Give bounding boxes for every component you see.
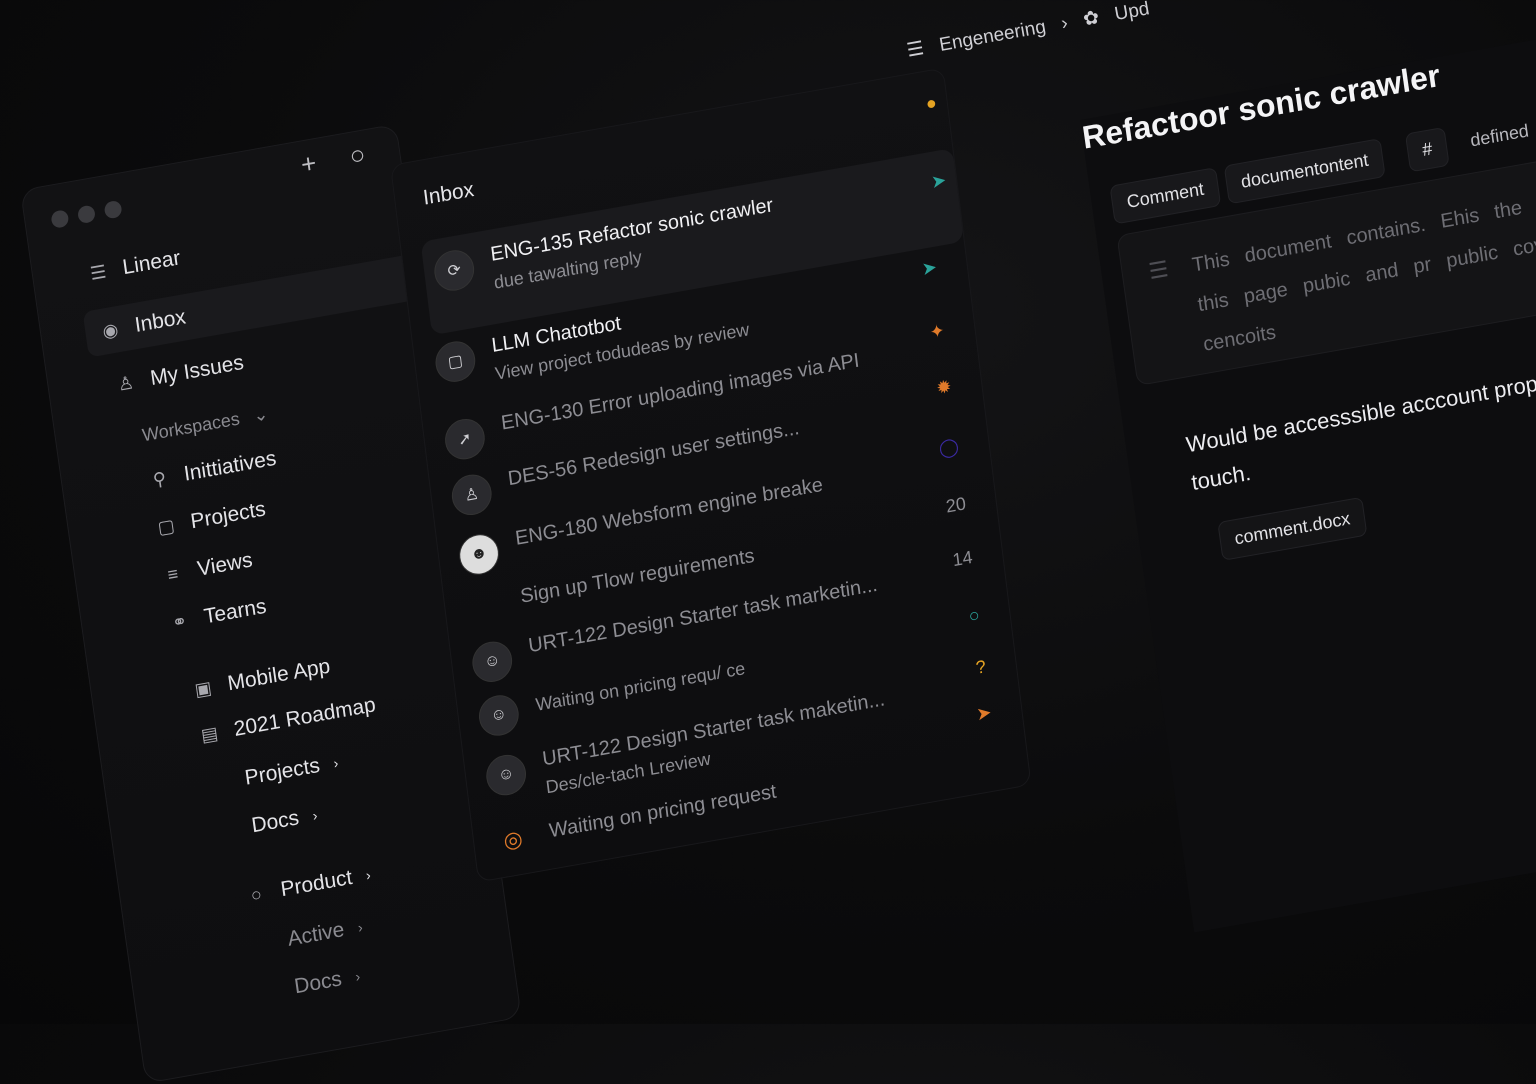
sidebar-item-my-issues[interactable]: ♙ My Issues	[113, 351, 246, 397]
reply-icon: ➤	[920, 256, 938, 280]
teams-icon: ⚭	[170, 610, 189, 633]
plus-icon[interactable]: +	[299, 147, 318, 180]
minimize-dot[interactable]	[76, 204, 97, 225]
workspaces-header[interactable]: Workspaces ⌄	[141, 403, 270, 446]
inbox-panel: Inbox ● ⟳ ENG-135 Refactor sonic crawler…	[390, 67, 1032, 883]
document-lines-icon: ☰	[1147, 256, 1170, 285]
count-badge: 14	[951, 546, 974, 571]
avatar: ☺	[476, 692, 521, 739]
linear-logo-icon: ☰	[88, 260, 108, 284]
app-window: ☰ Engeneering › ✿ Upd + ○ ☰ Linear ◉ Inb…	[0, 0, 1536, 1084]
tag-defined[interactable]: defined	[1454, 110, 1536, 162]
issue-title: Refactoor sonic crawler	[1080, 57, 1443, 156]
breadcrumb-section[interactable]: Engeneering	[938, 16, 1048, 56]
chevron-right-icon: ›	[311, 806, 319, 824]
count-badge: 20	[944, 493, 967, 517]
close-dot[interactable]	[50, 209, 70, 229]
comment-chip[interactable]: Comment	[1109, 167, 1222, 225]
chevron-right-icon: ›	[364, 866, 372, 884]
roadmap-icon: ▤	[199, 722, 220, 746]
flag-icon: ➤	[975, 701, 993, 725]
cursor-icon: ➚	[442, 415, 488, 463]
sidebar-item-views[interactable]: ≡ Views	[160, 548, 254, 588]
chevron-down-icon: ⌄	[251, 403, 270, 426]
reply-icon: ➤	[930, 169, 948, 193]
chevron-right-icon: ›	[1059, 12, 1070, 34]
status-ring-icon: ◎	[502, 825, 525, 854]
breadcrumb: ☰ Engeneering › ✿ Upd	[905, 0, 1151, 63]
status-dot-icon: ○	[967, 604, 981, 627]
menu-icon[interactable]: ☰	[905, 37, 926, 63]
sidebar-item-docs[interactable]: Docs ›	[250, 803, 319, 838]
attachment-chip[interactable]: comment.docx	[1217, 496, 1368, 561]
status-ring-icon: ◯	[937, 435, 960, 459]
chevron-right-icon: ›	[354, 967, 362, 985]
sidebar-item-2021-roadmap[interactable]: ▤ 2021 Roadmap	[197, 693, 377, 748]
maximize-dot[interactable]	[103, 199, 123, 220]
sidebar-item-initiatives[interactable]: ⚲ Inittiatives	[147, 447, 278, 493]
sidebar-item-teams[interactable]: ⚭ Tearns	[167, 595, 268, 636]
views-icon: ≡	[166, 562, 180, 585]
initiatives-icon: ⚲	[151, 467, 168, 490]
avatar: ☻	[456, 531, 502, 578]
sidebar-item-mobile-app[interactable]: ▣ Mobile App	[191, 655, 332, 703]
search-icon[interactable]: ○	[348, 139, 368, 172]
chevron-right-icon: ›	[356, 918, 364, 936]
avatar: ☺	[470, 638, 515, 686]
tag-icon[interactable]: #	[1404, 126, 1450, 173]
avatar: ♙	[449, 471, 494, 519]
chevron-right-icon: ›	[332, 754, 340, 772]
sidebar-item-active[interactable]: Active ›	[286, 915, 364, 952]
document-icon: ▢	[433, 338, 478, 385]
sync-icon: ⟳	[432, 247, 477, 294]
window-controls	[50, 199, 123, 229]
app-title[interactable]: ☰ Linear	[86, 246, 182, 286]
inbox-icon: ◉	[101, 318, 120, 342]
sidebar-item-projects[interactable]: ▢ Projects	[154, 497, 268, 540]
inbox-title: Inbox	[421, 177, 476, 210]
sidebar-item-product[interactable]: ○ Product ›	[244, 863, 372, 909]
bug-icon: ✹	[935, 375, 953, 399]
breadcrumb-next[interactable]: Upd	[1113, 0, 1151, 26]
question-icon: ?	[974, 656, 988, 678]
sidebar-item-product-docs[interactable]: Docs ›	[293, 964, 362, 999]
sidebar-item-sub-projects[interactable]: Projects ›	[243, 751, 339, 791]
user-icon: ♙	[116, 371, 136, 395]
avatar: ☺	[484, 751, 529, 799]
detail-panel: Refactoor sonic crawler Comment document…	[1080, 22, 1536, 933]
spark-icon: ✦	[928, 320, 946, 343]
comment-body: Would be accesssible acccount property t…	[1184, 364, 1536, 496]
project-icon: ▣	[193, 676, 213, 700]
projects-icon: ▢	[156, 514, 176, 538]
circle-icon: ○	[249, 883, 263, 906]
team-icon: ✿	[1081, 7, 1101, 31]
pin-icon[interactable]: ●	[925, 92, 938, 115]
